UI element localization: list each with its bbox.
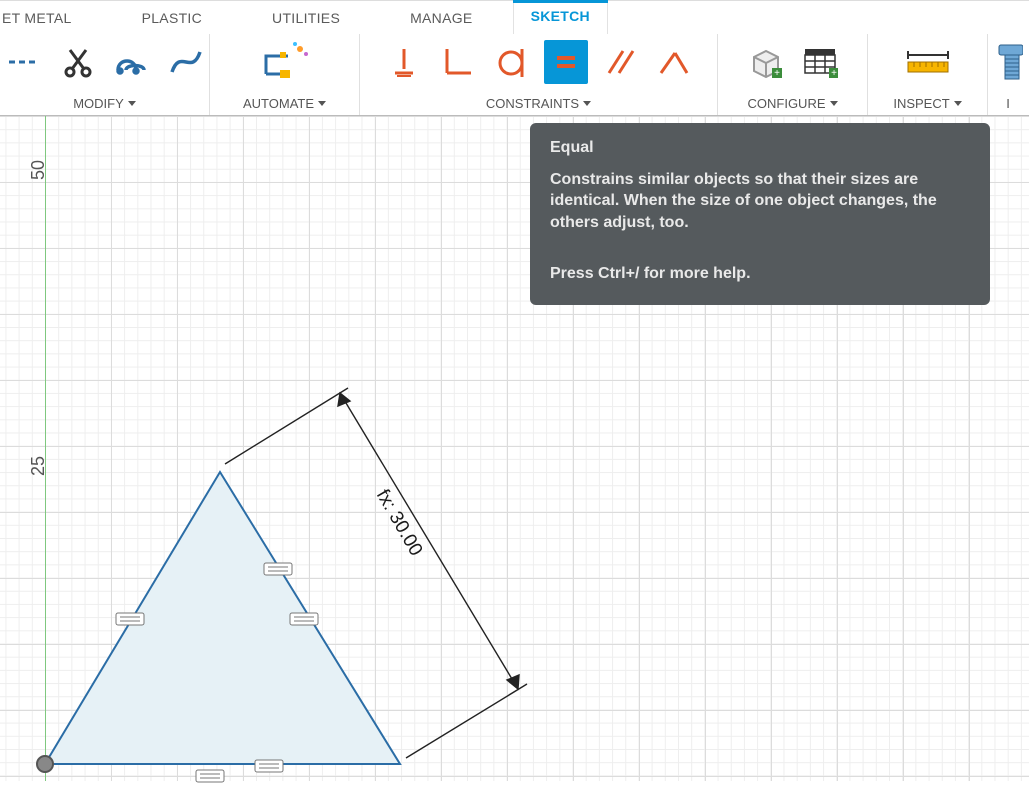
bolt-icon[interactable]: [986, 40, 1029, 84]
equal-glyph-right-lower: [290, 613, 318, 625]
axis-tick-25: 25: [28, 456, 49, 476]
axis-tick-50: 50: [28, 160, 49, 180]
offset-icon[interactable]: [110, 40, 154, 84]
configure-table-icon[interactable]: +: [798, 40, 842, 84]
panel-automate-label[interactable]: AUTOMATE: [243, 96, 326, 111]
panel-modify-label[interactable]: MODIFY: [73, 96, 136, 111]
panel-inspect: INSPECT: [868, 34, 988, 115]
dimension-30: [225, 388, 527, 758]
tab-strip: ET METAL PLASTIC UTILITIES MANAGE SKETCH: [0, 0, 1029, 34]
auto-constrain-icon[interactable]: [256, 40, 314, 84]
tangent-constraint-icon[interactable]: [490, 40, 534, 84]
panel-configure-text: CONFIGURE: [748, 96, 826, 111]
caret-icon: [954, 101, 962, 106]
panel-modify-text: MODIFY: [73, 96, 124, 111]
tooltip-help: Press Ctrl+/ for more help.: [550, 263, 970, 285]
tooltip-equal: Equal Constrains similar objects so that…: [530, 123, 990, 305]
equal-glyph-right-upper: [264, 563, 292, 575]
panel-insert-text: I: [1006, 96, 1010, 111]
equal-constraint-icon[interactable]: [544, 40, 588, 84]
panel-constraints-label[interactable]: CONSTRAINTS: [486, 96, 591, 111]
caret-icon: [128, 101, 136, 106]
panel-modify: MODIFY: [0, 34, 210, 115]
tab-sheet-metal[interactable]: ET METAL: [0, 10, 90, 26]
panel-insert-cut: I: [988, 34, 1028, 115]
panel-constraints: CONSTRAINTS: [360, 34, 718, 115]
caret-icon: [583, 101, 591, 106]
svg-text:+: +: [774, 68, 780, 79]
panel-automate: AUTOMATE: [210, 34, 360, 115]
triangle-profile: [45, 472, 400, 764]
y-axis: [45, 116, 46, 781]
horizontal-vertical-constraint-icon[interactable]: [382, 40, 426, 84]
trim-icon[interactable]: [2, 40, 46, 84]
tab-sketch[interactable]: SKETCH: [513, 0, 608, 34]
caret-icon: [830, 101, 838, 106]
dimension-label[interactable]: fx: 30.00: [371, 486, 426, 560]
tab-utilities[interactable]: UTILITIES: [254, 10, 358, 26]
equal-glyph-bottom-2: [196, 770, 224, 782]
coincident-constraint-icon[interactable]: [652, 40, 696, 84]
panel-inspect-label[interactable]: INSPECT: [893, 96, 961, 111]
configure-cube-icon[interactable]: +: [744, 40, 788, 84]
caret-icon: [318, 101, 326, 106]
spline-icon[interactable]: [164, 40, 208, 84]
measure-icon[interactable]: [900, 40, 956, 84]
svg-text:+: +: [831, 68, 837, 79]
panel-configure-label[interactable]: CONFIGURE: [748, 96, 838, 111]
equal-glyph-bottom: [255, 760, 283, 772]
panel-constraints-text: CONSTRAINTS: [486, 96, 579, 111]
panel-inspect-text: INSPECT: [893, 96, 949, 111]
scissors-icon[interactable]: [56, 40, 100, 84]
equal-glyph-left: [116, 613, 144, 625]
parallel-constraint-icon[interactable]: [598, 40, 642, 84]
tooltip-body: Constrains similar objects so that their…: [550, 169, 970, 234]
ribbon: MODIFY AUTOMATE: [0, 34, 1029, 116]
tab-manage[interactable]: MANAGE: [392, 10, 490, 26]
tooltip-title: Equal: [550, 137, 970, 159]
perpendicular-constraint-icon[interactable]: [436, 40, 480, 84]
panel-automate-text: AUTOMATE: [243, 96, 314, 111]
panel-configure: + + CONFIGURE: [718, 34, 868, 115]
tab-plastic[interactable]: PLASTIC: [124, 10, 220, 26]
